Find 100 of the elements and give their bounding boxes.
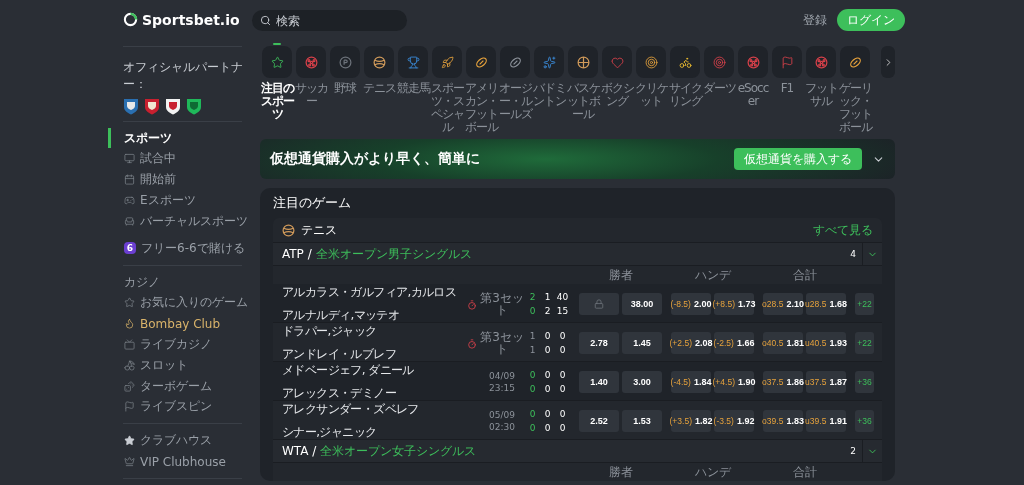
sidebar-item[interactable]: スポーツ <box>108 127 250 149</box>
sport-tile[interactable] <box>806 46 836 78</box>
match-status: 23:15 <box>489 382 515 394</box>
match-row[interactable]: アルカラス・ガルフィア,カルロス アルナルディ,マッテオ 第3セット 2 0 1 2 40 15 38.00 (-8.5) 2.00(+8.5) 1.73 o28.5 2.10u28.5 1.68 +22 <box>273 284 882 323</box>
promo-item[interactable]: 6 フリー6-6で賭ける <box>108 237 250 259</box>
sport-tile[interactable] <box>670 46 700 78</box>
score: 0 <box>544 423 551 433</box>
odds-button[interactable]: (-2.5) 1.66 <box>714 332 754 354</box>
odds-button[interactable]: 38.00 <box>622 293 662 315</box>
more-markets-button[interactable]: +22 <box>855 293 874 315</box>
match-row[interactable]: ドラパー,ジャック アンドレイ・ルブレフ 第3セット 1 1 0 0 0 0 2.78 1.45 (+2.5) 2.08(-2.5) 1.66 o40.5 1.81u40.5 1.93 +22 <box>273 323 882 362</box>
score: 1 <box>529 345 536 355</box>
logo-text[interactable]: Sportsbet.io <box>142 11 240 28</box>
match-row[interactable]: メドベージェフ, ダニール アレックス・デミノー 04/09 23:15 0 0 0 0 0 0 1.40 3.00 (-4.5) 1.84(+4.5) 1.90 o37.5 1.86u37.5 1.87 +36 <box>273 362 882 401</box>
odds-button[interactable]: u28.5 1.68 <box>806 293 846 315</box>
timer-icon <box>467 299 477 310</box>
odds-button[interactable]: (+3.5) 1.82 <box>671 410 711 432</box>
odds-button[interactable]: (-8.5) 2.00 <box>671 293 711 315</box>
score: 1 <box>529 331 536 341</box>
score: 0 <box>559 409 566 419</box>
match-row[interactable]: アレクサンダー・ズベレフ シナー,ジャニック 05/09 02:30 0 0 0 0 0 0 2.52 1.53 (+3.5) 1.82(-3.5) 1.92 o39.5 1.83u39.5 1.91 +36 <box>273 401 882 440</box>
register-link[interactable]: 登録 <box>803 11 827 29</box>
odds-button[interactable]: (-3.5) 1.92 <box>714 410 754 432</box>
sidebar-item[interactable]: ライブスピン <box>108 396 250 418</box>
odds-button[interactable]: 1.53 <box>622 410 662 432</box>
sport-tile[interactable] <box>738 46 768 78</box>
player-name: アルナルディ,マッテオ <box>282 307 401 324</box>
player-name: メドベージェフ, ダニール <box>282 362 415 379</box>
match-status: 04/09 <box>489 370 515 382</box>
sport-tile[interactable] <box>330 46 360 78</box>
crest-icon <box>186 96 202 115</box>
odds-button[interactable]: 2.52 <box>579 410 619 432</box>
odds-button[interactable]: o40.5 1.81 <box>763 332 803 354</box>
odds-button[interactable]: (-4.5) 1.84 <box>671 371 711 393</box>
bike-icon <box>678 55 692 69</box>
odds-button[interactable]: u40.5 1.93 <box>806 332 846 354</box>
ball-icon <box>576 55 590 69</box>
next-button[interactable] <box>881 46 895 78</box>
cherry-icon <box>124 359 135 371</box>
sidebar-item[interactable]: ターボゲーム <box>108 375 250 397</box>
sidebar-item[interactable]: スロット <box>108 354 250 376</box>
sport-tile[interactable] <box>364 46 394 78</box>
odds-button[interactable]: 1.45 <box>622 332 662 354</box>
sport-tile[interactable] <box>466 46 496 78</box>
search-field[interactable]: 検索 <box>252 10 407 31</box>
sidebar-item[interactable]: お気に入りのゲーム <box>108 292 250 314</box>
match-status: 第3セット <box>479 292 525 316</box>
sidebar-item[interactable]: Bombay Club <box>108 313 250 335</box>
sidebar-item[interactable]: 試合中 <box>108 148 250 170</box>
sidebar-item[interactable]: 開始前 <box>108 169 250 191</box>
odds-button[interactable]: o28.5 2.10 <box>763 293 803 315</box>
sport-tile[interactable] <box>432 46 462 78</box>
logo-icon <box>123 12 138 28</box>
sport-tile[interactable] <box>840 46 870 78</box>
sport-tile[interactable] <box>398 46 428 78</box>
search-icon <box>260 14 271 26</box>
sport-tile[interactable] <box>704 46 734 78</box>
tournament-row[interactable]: WTA / 全米オープン女子シングルス 2 <box>273 440 882 463</box>
more-markets-button[interactable]: +36 <box>855 371 874 393</box>
odds-button[interactable]: (+4.5) 1.90 <box>714 371 754 393</box>
odds-button[interactable]: u37.5 1.87 <box>806 371 846 393</box>
sidebar-item[interactable]: クラブハウス <box>108 430 250 452</box>
score: 0 <box>544 409 551 419</box>
sport-tile[interactable] <box>636 46 666 78</box>
sport-tile[interactable] <box>534 46 564 78</box>
sport-tile[interactable] <box>296 46 326 78</box>
score: 0 <box>529 423 536 433</box>
market-label: ハンデ <box>693 463 732 481</box>
football-icon <box>508 55 522 69</box>
sport-tile[interactable] <box>262 46 292 78</box>
more-markets-button[interactable]: +22 <box>855 332 874 354</box>
match-status: 05/09 <box>489 409 515 421</box>
sidebar-item[interactable]: バーチャルスポーツ <box>108 210 250 232</box>
score: 2 <box>544 306 551 316</box>
more-markets-button[interactable]: +36 <box>855 410 874 432</box>
monitor-icon <box>124 153 135 165</box>
odds-button[interactable]: (+8.5) 1.73 <box>714 293 754 315</box>
sidebar-item[interactable]: Eスポーツ <box>108 190 250 211</box>
odds-button[interactable]: 1.40 <box>579 371 619 393</box>
market-label: 合計 <box>791 266 818 284</box>
sidebar-item[interactable]: ライブカジノ <box>108 334 250 355</box>
odds-button[interactable]: o37.5 1.86 <box>763 371 803 393</box>
sport-label: ゲーリック・フットボール <box>838 82 872 134</box>
tournament-row[interactable]: ATP / 全米オープン男子シングルス 4 <box>273 243 882 266</box>
odds-button[interactable]: u39.5 1.91 <box>806 410 846 432</box>
odds-button[interactable]: 3.00 <box>622 371 662 393</box>
crest-icon <box>165 96 181 115</box>
see-all-link[interactable]: すべて見る <box>813 221 873 239</box>
sport-tile[interactable] <box>772 46 802 78</box>
score: 0 <box>529 409 536 419</box>
odds-button[interactable]: (+2.5) 2.08 <box>671 332 711 354</box>
odds-button[interactable]: 2.78 <box>579 332 619 354</box>
odds-button[interactable]: o39.5 1.83 <box>763 410 803 432</box>
sport-tile[interactable] <box>500 46 530 78</box>
crest-icon <box>123 96 139 115</box>
sport-tile[interactable] <box>602 46 632 78</box>
odds-button[interactable] <box>579 293 619 315</box>
sport-tile[interactable] <box>568 46 598 78</box>
star-icon <box>124 297 135 309</box>
sidebar-item[interactable]: VIP Clubhouse <box>108 451 250 473</box>
